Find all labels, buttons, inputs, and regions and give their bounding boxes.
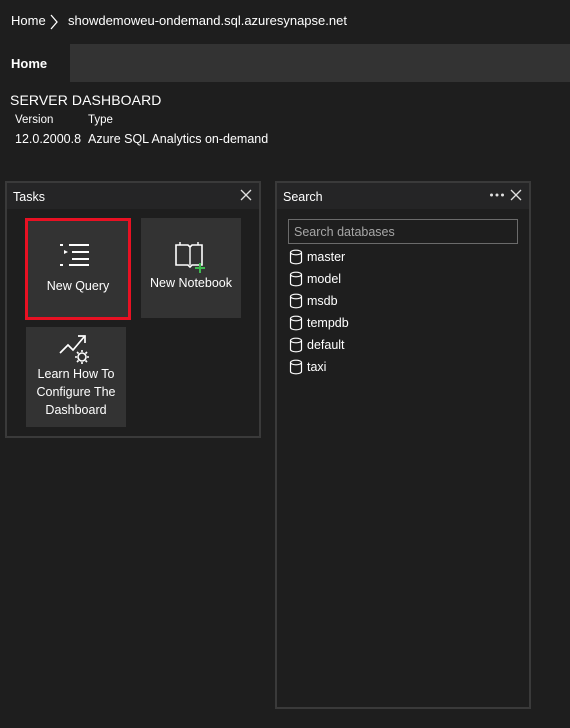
page-title: SERVER DASHBOARD	[10, 92, 162, 108]
database-icon	[289, 271, 303, 292]
version-value: 12.0.2000.8	[15, 132, 82, 146]
database-label: model	[307, 272, 342, 286]
close-icon[interactable]	[509, 188, 523, 202]
database-icon	[289, 249, 303, 270]
learn-configure-tile[interactable]: Learn How To Configure The Dashboard	[26, 327, 126, 427]
breadcrumb: Home showdemoweu-ondemand.sql.azuresynap…	[0, 0, 570, 44]
breadcrumb-home[interactable]: Home	[11, 13, 46, 28]
tasks-title: Tasks	[13, 190, 45, 204]
new-notebook-tile[interactable]: New Notebook	[141, 218, 241, 318]
chevron-right-icon	[49, 14, 59, 35]
tasks-widget: Tasks New Query New Notebook Learn How T…	[5, 181, 261, 438]
learn-label-line-2: Configure The	[36, 385, 116, 399]
search-title: Search	[283, 190, 323, 204]
database-icon	[289, 359, 303, 380]
tab-bar: Home	[0, 44, 570, 82]
database-label: msdb	[307, 294, 338, 308]
type-label: Type	[88, 114, 113, 126]
database-icon	[289, 315, 303, 336]
notebook-icon	[174, 241, 208, 278]
search-input[interactable]	[288, 219, 518, 244]
database-label: default	[307, 338, 345, 352]
close-icon[interactable]	[239, 188, 253, 202]
database-label: master	[307, 250, 346, 264]
version-label: Version	[15, 114, 54, 126]
new-query-tile[interactable]: New Query	[25, 218, 131, 320]
new-query-icon	[59, 243, 93, 272]
database-label: tempdb	[307, 316, 349, 330]
tab-home[interactable]: Home	[0, 44, 70, 82]
tasks-header: Tasks	[7, 183, 259, 209]
database-label: taxi	[307, 360, 327, 374]
more-actions-icon[interactable]	[489, 188, 505, 202]
new-notebook-label: New Notebook	[150, 276, 232, 290]
learn-label-line-3: Dashboard	[45, 403, 107, 417]
database-icon	[289, 337, 303, 358]
search-header: Search	[277, 183, 529, 209]
learn-label-line-1: Learn How To	[37, 367, 115, 381]
search-widget: Search master model msdb	[275, 181, 531, 709]
new-query-label: New Query	[46, 279, 110, 293]
type-value: Azure SQL Analytics on-demand	[88, 132, 269, 146]
database-icon	[289, 293, 303, 314]
breadcrumb-server[interactable]: showdemoweu-ondemand.sql.azuresynapse.ne…	[68, 13, 347, 28]
